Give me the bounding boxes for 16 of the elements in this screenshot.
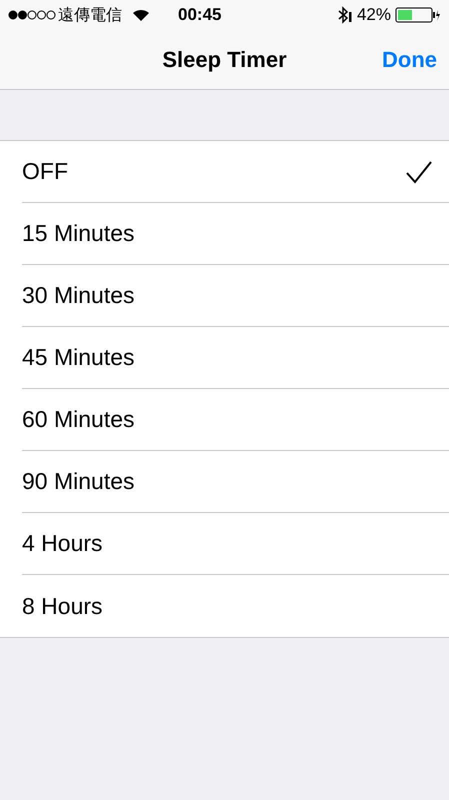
bluetooth-icon (336, 6, 353, 24)
done-button[interactable]: Done (382, 43, 437, 76)
carrier-name: 遠傳電信 (58, 4, 122, 26)
signal-icon (8, 10, 56, 20)
wifi-icon (132, 8, 150, 22)
battery-percent: 42% (356, 4, 391, 26)
timer-option[interactable]: 45 Minutes (22, 327, 449, 389)
timer-option[interactable]: 30 Minutes (22, 265, 449, 327)
battery-icon (395, 7, 441, 23)
timer-option[interactable]: 15 Minutes (22, 203, 449, 265)
timer-option[interactable]: 60 Minutes (22, 389, 449, 451)
timer-option[interactable]: 90 Minutes (22, 451, 449, 513)
timer-option[interactable]: 4 Hours (22, 513, 449, 575)
clock-time: 00:45 (178, 4, 222, 26)
timer-option[interactable]: 8 Hours (22, 575, 449, 637)
screen-title: Sleep Timer (162, 46, 287, 74)
